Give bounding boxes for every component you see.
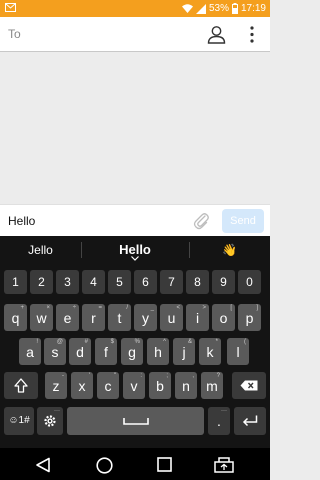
recipient-input[interactable]: To xyxy=(8,27,21,41)
message-input[interactable]: Hello xyxy=(8,214,35,228)
send-button[interactable]: Send xyxy=(222,209,264,233)
backspace-icon xyxy=(240,380,258,391)
status-bar: 53% 17:19 xyxy=(0,0,270,17)
navigation-bar xyxy=(0,448,270,480)
key-6[interactable]: 6 xyxy=(134,270,157,294)
key-3[interactable]: 3 xyxy=(56,270,79,294)
gear-icon xyxy=(44,415,56,427)
key-y[interactable]: _ y xyxy=(134,304,157,331)
enter-icon xyxy=(242,415,258,427)
key-r[interactable]: = r xyxy=(82,304,105,331)
key-4[interactable]: 4 xyxy=(82,270,105,294)
backspace-key[interactable] xyxy=(232,372,266,399)
key-h[interactable]: ^ h xyxy=(147,338,169,365)
message-thread xyxy=(0,52,270,204)
key-f[interactable]: $ f xyxy=(95,338,117,365)
space-bar-icon xyxy=(123,418,149,425)
key-j[interactable]: & j xyxy=(173,338,195,365)
enter-key[interactable] xyxy=(234,407,266,435)
key-z[interactable]: -z xyxy=(45,372,67,399)
battery-percentage: 53% xyxy=(208,3,229,14)
suggestion-1[interactable]: Jello xyxy=(0,236,81,264)
more-options-icon[interactable] xyxy=(248,25,256,44)
notification-icon xyxy=(5,3,16,12)
key-l[interactable]: (l xyxy=(227,338,249,365)
key-5[interactable]: 5 xyxy=(108,270,131,294)
key-v[interactable]: :v xyxy=(123,372,145,399)
key-n[interactable]: ,n xyxy=(175,372,197,399)
key-2[interactable]: 2 xyxy=(30,270,53,294)
soft-keyboard: Jello Hello 👋 1 2 3 4 5 6 7 8 9 0 + q × w … xyxy=(0,236,270,448)
key-k[interactable]: * k xyxy=(199,338,221,365)
recent-apps-icon[interactable] xyxy=(157,457,172,472)
key-g[interactable]: % g xyxy=(121,338,143,365)
dual-window-icon[interactable] xyxy=(214,456,234,473)
clock: 17:19 xyxy=(240,3,266,14)
key-w[interactable]: × w xyxy=(30,304,53,331)
symbols-key[interactable]: ☺1# xyxy=(4,407,34,435)
compose-bar: Hello Send xyxy=(0,204,270,236)
key-q[interactable]: + q xyxy=(4,304,27,331)
key-c[interactable]: " c xyxy=(97,372,119,399)
key-b[interactable]: ; b xyxy=(149,372,171,399)
space-key[interactable] xyxy=(67,407,204,435)
key-p[interactable]: ] p xyxy=(238,304,261,331)
key-d[interactable]: # d xyxy=(69,338,91,365)
key-i[interactable]: > i xyxy=(186,304,209,331)
battery-icon xyxy=(231,3,238,14)
settings-key[interactable]: ··· xyxy=(37,407,63,435)
key-a[interactable]: ! a xyxy=(19,338,41,365)
chevron-down-icon[interactable] xyxy=(131,256,139,261)
attachment-icon[interactable] xyxy=(193,212,210,230)
key-u[interactable]: < u xyxy=(160,304,183,331)
back-icon[interactable] xyxy=(35,457,51,473)
shift-key[interactable] xyxy=(4,372,38,399)
key-0[interactable]: 0 xyxy=(238,270,261,294)
signal-icon xyxy=(195,3,206,14)
home-icon[interactable] xyxy=(96,457,113,474)
status-icons: 53% 17:19 xyxy=(181,2,266,15)
key-8[interactable]: 8 xyxy=(186,270,209,294)
key-m[interactable]: ? m xyxy=(201,372,223,399)
key-s[interactable]: @ s xyxy=(44,338,66,365)
period-key[interactable]: ···. xyxy=(208,407,230,435)
contact-picker-icon[interactable] xyxy=(207,25,226,44)
suggestion-bar: Jello Hello 👋 xyxy=(0,236,270,264)
key-1[interactable]: 1 xyxy=(4,270,27,294)
key-t[interactable]: / t xyxy=(108,304,131,331)
suggestion-3[interactable]: 👋 xyxy=(189,236,270,264)
key-7[interactable]: 7 xyxy=(160,270,183,294)
key-o[interactable]: [o xyxy=(212,304,235,331)
key-9[interactable]: 9 xyxy=(212,270,235,294)
recipient-bar: To xyxy=(0,17,270,52)
key-e[interactable]: ÷ e xyxy=(56,304,79,331)
shift-icon xyxy=(14,378,28,393)
wifi-icon xyxy=(181,4,193,13)
key-x[interactable]: ' x xyxy=(71,372,93,399)
